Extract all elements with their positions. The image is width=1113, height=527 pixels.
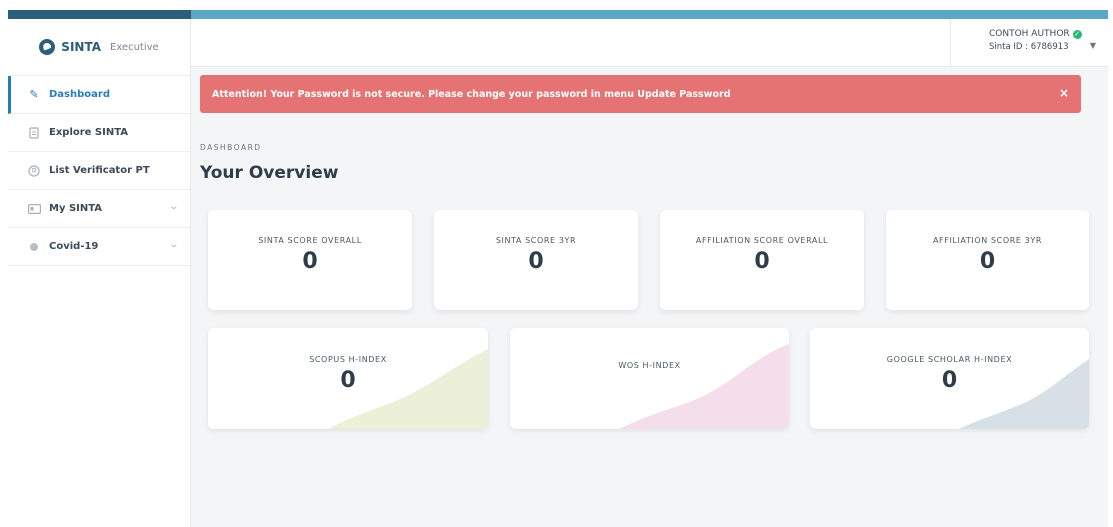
user-name: CONTOH AUTHOR [989,29,1070,39]
sidebar-item-label: Covid-19 [49,241,99,252]
card-label: WOS H-INDEX [618,361,681,370]
sidebar-item-my-sinta[interactable]: My SINTA ⌄ [8,190,190,228]
card-decor-wave [619,344,789,429]
breadcrumb: DASHBOARD [200,143,262,152]
sidebar-item-list-verificator-pt[interactable]: List Verificator PT [8,152,190,190]
verified-check-icon: ✓ [1072,29,1082,39]
card-value: 0 [340,368,356,393]
top-accent-bar-left [8,10,191,19]
alert-message: Attention! Your Password is not secure. … [212,88,731,100]
virus-icon [27,240,41,254]
card-sinta-score-overall: SINTA SCORE OVERALL 0 [208,210,412,310]
card-affiliation-score-3yr: AFFILIATION SCORE 3YR 0 [886,210,1089,310]
card-scopus-h-index: SCOPUS H-INDEX 0 [208,328,488,429]
card-label: GOOGLE SCHOLAR H-INDEX [886,355,1013,364]
user-name-row: CONTOH AUTHOR ✓ [989,29,1108,39]
card-value: 0 [754,249,770,274]
card-label: AFFILIATION SCORE OVERALL [695,236,829,245]
card-google-scholar-h-index: GOOGLE SCHOLAR H-INDEX 0 [810,328,1089,429]
card-value: 0 [941,368,958,393]
sidebar-item-label: List Verificator PT [49,165,150,176]
card-label: SCOPUS H-INDEX [309,355,387,364]
pencil-icon: ✎ [29,88,39,101]
chevron-down-icon: ⌄ [168,240,180,250]
document-icon [27,126,41,140]
sidebar: SINTA Executive ✎ Dashboard Explore SINT… [8,19,191,527]
sidebar-item-label: Explore SINTA [49,127,129,138]
brand[interactable]: SINTA Executive [8,19,190,76]
card-value: 0 [528,249,544,274]
card-value: 0 [979,249,996,274]
sidebar-item-explore-sinta[interactable]: Explore SINTA [8,114,190,152]
card-label: SINTA SCORE OVERALL [258,236,362,245]
sidebar-item-covid-19[interactable]: Covid-19 ⌄ [8,228,190,266]
brand-name: SINTA [61,40,101,54]
sidebar-item-label: Dashboard [49,89,110,100]
card-label: SINTA SCORE 3YR [495,236,577,245]
card-label: AFFILIATION SCORE 3YR [932,236,1043,245]
brand-subtitle: Executive [110,41,159,53]
close-icon[interactable]: × [1059,86,1069,100]
page-title: Your Overview [200,163,339,183]
sinta-logo-icon [39,39,56,55]
card-sinta-score-3yr: SINTA SCORE 3YR 0 [434,210,638,310]
card-value: 0 [302,249,318,274]
sidebar-item-dashboard[interactable]: ✎ Dashboard [8,76,190,114]
user-circle-icon [27,164,41,178]
id-card-icon [27,202,41,216]
top-accent-bar-right [191,10,1108,19]
sidebar-item-label: My SINTA [49,203,103,214]
card-wos-h-index: WOS H-INDEX [510,328,789,429]
card-affiliation-score-overall: AFFILIATION SCORE OVERALL 0 [660,210,864,310]
password-alert: Attention! Your Password is not secure. … [200,75,1081,113]
user-menu[interactable]: CONTOH AUTHOR ✓ Sinta ID : 6786913 ▼ [950,19,1108,67]
chevron-down-icon: ⌄ [168,202,180,212]
top-header: CONTOH AUTHOR ✓ Sinta ID : 6786913 ▼ [191,19,1108,67]
caret-down-icon[interactable]: ▼ [1090,41,1096,50]
